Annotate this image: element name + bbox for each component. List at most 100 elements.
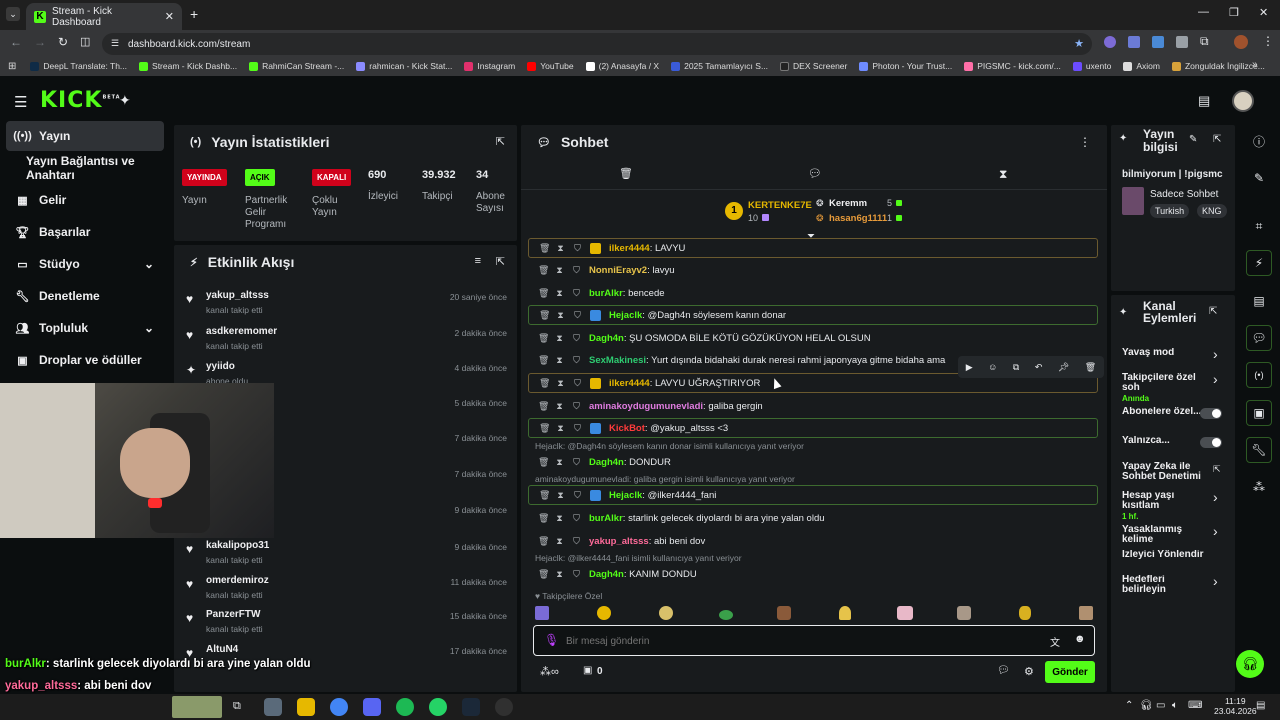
channel-action-item[interactable]: Yalnızca... [1122, 436, 1206, 446]
timeout-hourglass-icon[interactable]: ⧗ [556, 423, 565, 434]
channel-action-item[interactable]: Yasaklanmış kelime [1122, 525, 1206, 545]
sidebar-item-yayin[interactable]: ((•)) Yayın [6, 121, 164, 151]
chat-username[interactable]: Hejaclk [609, 310, 642, 321]
trash-icon[interactable]: 🗑︎ [619, 167, 633, 180]
network-icon[interactable]: ▭ [1156, 700, 1165, 711]
filter-icon[interactable]: ≡ [475, 255, 481, 267]
minimize-icon[interactable]: — [1198, 6, 1209, 18]
chat-message[interactable]: 🗑︎ ⧗ ⛉ burAlkr: starlink gelecek diyolardı … [528, 508, 1098, 528]
timeout-hourglass-icon[interactable]: ⧗ [555, 288, 564, 299]
chevron-right-icon[interactable]: › [1213, 346, 1218, 362]
chat-message[interactable]: 🗑︎ ⧗ ⛉ KickBot: @yakup_altsss <3 [528, 418, 1098, 438]
chat-message[interactable]: 🗑︎ ⧗ ⛉ ilker4444: LAVYU [528, 238, 1098, 258]
timeout-hourglass-icon[interactable]: ⧗ [555, 536, 564, 547]
sidebar-item-stream-key[interactable]: Yayın Bağlantısı ve Anahtarı [6, 153, 164, 183]
event-username[interactable]: yyiido [206, 361, 235, 372]
translate-icon[interactable]: 文 [1050, 634, 1060, 649]
chat-message[interactable]: 🗑︎ ⧗ ⛉ yakup_altsss: abi beni dov [528, 531, 1098, 551]
toggle-switch[interactable] [1200, 408, 1222, 419]
ban-shield-icon[interactable]: ⛉ [572, 401, 581, 412]
delete-icon[interactable]: 🗑︎ [1085, 362, 1096, 373]
extensions-puzzle-icon[interactable]: ⧉ [1200, 34, 1209, 49]
tab-search-icon[interactable]: ⌄ [6, 7, 20, 21]
edit-pencil-icon[interactable]: ✎ [1189, 134, 1197, 145]
tray-chevron-icon[interactable]: ⌃ [1125, 700, 1133, 711]
apps-grid-icon[interactable]: ⊞ [8, 61, 16, 72]
play-icon[interactable]: ▶ [966, 362, 973, 373]
tag-chip[interactable]: Turkish [1150, 204, 1190, 218]
delete-message-icon[interactable]: 🗑︎ [538, 288, 549, 299]
event-username[interactable]: yakup_altsss [206, 290, 269, 301]
chat-username[interactable]: Dagh4n [589, 457, 624, 468]
chat-message[interactable]: 🗑︎ ⧗ ⛉ Dagh4n: DONDUR [528, 452, 1098, 472]
event-username[interactable]: AltuN4 [206, 644, 238, 655]
chat-username[interactable]: Dagh4n [589, 569, 624, 580]
emoji-picker-icon[interactable]: ☻ [1074, 633, 1086, 645]
chevron-right-icon[interactable]: › [1213, 573, 1218, 589]
timeout-hourglass-icon[interactable]: ⧗ [556, 490, 565, 501]
top-gifter-1-name[interactable]: KERTENKE7E [748, 200, 812, 211]
kick-logo[interactable]: KICKBETA [40, 88, 121, 113]
event-username[interactable]: kakalipopo31 [206, 540, 269, 551]
activity-event[interactable]: ♥ yakup_altsss kanalı takip etti 20 saniye … [174, 286, 519, 322]
chat-username[interactable]: yakup_altsss [589, 536, 649, 547]
delete-message-icon[interactable]: 🗑︎ [538, 569, 549, 580]
user-avatar[interactable] [1232, 90, 1254, 112]
chat-message[interactable]: 🗑︎ ⧗ ⛉ Hejaclk: @Dagh4n söylesem kanın dona… [528, 305, 1098, 325]
extension-icon[interactable] [1176, 36, 1188, 48]
ban-shield-icon[interactable]: ⛉ [572, 333, 581, 344]
emote-icon[interactable] [1079, 606, 1093, 620]
copy-icon[interactable]: ⧉ [1013, 362, 1019, 373]
ban-shield-icon[interactable]: ⛉ [572, 536, 581, 547]
tab-close-icon[interactable]: ✕ [165, 10, 174, 23]
ban-shield-icon[interactable]: ⛉ [573, 310, 582, 321]
task-view-icon[interactable]: ⧉ [233, 700, 241, 713]
reply-context[interactable]: Hejaclk: @ilker4444_fani isimli kullanıc… [535, 553, 742, 563]
event-username[interactable]: asdkeremomer [206, 326, 277, 337]
obs-icon[interactable] [495, 698, 513, 716]
emote-icon[interactable] [897, 606, 913, 620]
extension-icon[interactable] [1128, 36, 1140, 48]
bookmark-item[interactable]: Photon - Your Trust... [859, 61, 952, 71]
ban-shield-icon[interactable]: ⛉ [572, 355, 581, 366]
settings-gear-icon[interactable]: ⚙︎ [1024, 665, 1034, 678]
external-link-icon[interactable]: ⇱ [1213, 464, 1221, 475]
bookmark-item[interactable]: DEX Screener [780, 61, 847, 71]
bookmark-item[interactable]: Axiom [1123, 61, 1160, 71]
reply-context[interactable]: aminakoydugumunevladi: galiba gergin isi… [535, 474, 795, 484]
tag-chip[interactable]: KNG [1197, 204, 1227, 218]
ban-shield-icon[interactable]: ⛉ [573, 490, 582, 501]
popout-icon[interactable]: ⇱ [1213, 134, 1221, 145]
emote-icon[interactable] [659, 606, 673, 620]
ban-shield-icon[interactable]: ⛉ [572, 513, 581, 524]
timeout-hourglass-icon[interactable]: ⧗ [555, 265, 564, 276]
bookmark-item[interactable]: Zonguldak İngilizce... [1171, 61, 1265, 71]
timeout-hourglass-icon[interactable]: ⧗ [555, 513, 564, 524]
timeout-hourglass-icon[interactable]: ⧗ [555, 355, 564, 366]
chat-users-icon[interactable]: 💬︎ [997, 665, 1010, 676]
wrench-icon[interactable]: 🔧︎ [1246, 437, 1272, 463]
clock[interactable]: 11:19 23.04.2026 [1214, 696, 1257, 716]
info-icon[interactable]: ⓘ [1246, 128, 1272, 154]
steam-icon[interactable] [462, 698, 480, 716]
back-icon[interactable]: ← [10, 35, 22, 49]
emote-icon[interactable] [1019, 606, 1031, 620]
chat-username[interactable]: burAlkr [589, 288, 623, 299]
chevron-right-icon[interactable]: › [1213, 371, 1218, 387]
bookmark-item[interactable]: rahmican - Kick Stat... [356, 61, 452, 71]
emote-icon[interactable] [777, 606, 791, 620]
sidebar-item-basarilar[interactable]: 🏆︎ Başarılar [6, 217, 164, 247]
bookmark-star-icon[interactable]: ★ [1074, 37, 1084, 50]
emote-icon[interactable] [597, 606, 611, 620]
delete-message-icon[interactable]: 🗑︎ [539, 243, 550, 254]
emote-icon[interactable] [957, 606, 971, 620]
file-explorer-icon[interactable] [297, 698, 315, 716]
timeout-hourglass-icon[interactable]: ⧗ [555, 401, 564, 412]
chat-message-input[interactable] [566, 632, 1016, 650]
chat-username[interactable]: Dagh4n [589, 333, 624, 344]
volume-icon[interactable]: 🔈︎ [1172, 700, 1178, 711]
timeout-hourglass-icon[interactable]: ⧗ [556, 310, 565, 321]
support-headset-icon[interactable]: 🎧︎ [1236, 650, 1264, 678]
delete-message-icon[interactable]: 🗑︎ [538, 265, 549, 276]
chat-message[interactable]: 🗑︎ ⧗ ⛉ Dagh4n: KANIM DONDU [528, 564, 1098, 584]
